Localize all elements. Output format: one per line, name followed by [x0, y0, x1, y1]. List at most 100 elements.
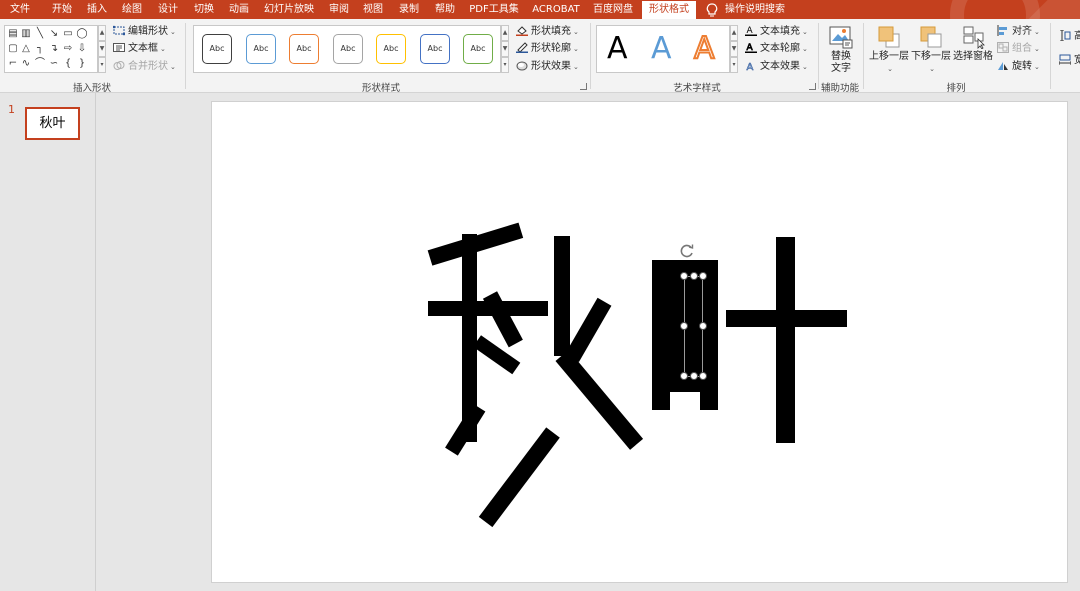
rotate-handle-icon[interactable] — [678, 242, 696, 260]
selection-pane-button[interactable]: 选择窗格 — [953, 25, 993, 63]
text-fill-button[interactable]: A 文本填充 ⌄ — [745, 24, 808, 39]
resize-handle[interactable] — [699, 372, 707, 380]
character-stroke[interactable] — [554, 236, 570, 356]
resize-handle[interactable] — [690, 272, 698, 280]
shape-style-preset[interactable]: Abc — [463, 34, 493, 64]
align-button[interactable]: 对齐 ⌄ — [997, 24, 1040, 39]
resize-handle[interactable] — [699, 322, 707, 330]
shape-style-preset[interactable]: Abc — [333, 34, 363, 64]
tab-0[interactable]: 文件 — [10, 0, 30, 19]
down-arrow-shape-icon[interactable]: ⇩ — [76, 43, 88, 54]
bring-forward-button[interactable]: 上移一层 ⌄ — [869, 25, 909, 75]
selection-pane-label: 选择窗格 — [953, 51, 993, 62]
height-field[interactable]: 高 — [1059, 29, 1080, 44]
scribble-shape-icon[interactable]: ∿ — [20, 58, 32, 69]
shape-style-preset[interactable]: Abc — [202, 34, 232, 64]
character-stroke[interactable] — [565, 297, 612, 362]
gallery-more-icon[interactable]: ▾ — [98, 57, 106, 73]
tab-3[interactable]: 绘图 — [122, 0, 142, 19]
resize-handle[interactable] — [680, 372, 688, 380]
resize-handle[interactable] — [680, 322, 688, 330]
curve-shape-icon[interactable]: ∽ — [48, 58, 60, 69]
gallery-more-icon[interactable]: ▾ — [730, 57, 738, 73]
character-stroke[interactable] — [726, 310, 847, 327]
rounded-rect-shape-icon[interactable]: ▢ — [7, 43, 19, 54]
edit-shape-button[interactable]: 编辑形状 ⌄ — [112, 24, 176, 39]
shape-style-gallery[interactable]: Abc Abc Abc Abc Abc Abc Abc — [193, 25, 501, 73]
slide-canvas[interactable] — [211, 101, 1068, 583]
character-stroke[interactable] — [478, 427, 560, 528]
shape-gallery[interactable]: ▤ ▥ ╲ ↘ ▭ ◯ ▢ △ ┐ ↴ ⇨ ⇩ ⌐ ∿ ⌒ ∽ { } — [4, 25, 98, 73]
gallery-down-icon[interactable]: ▼ — [501, 41, 509, 57]
tab-16[interactable]: 操作说明搜索 — [725, 0, 785, 19]
tab-5[interactable]: 切换 — [194, 0, 214, 19]
rectangle-shape-icon[interactable]: ▭ — [62, 28, 74, 39]
right-arrow-shape-icon[interactable]: ⇨ — [62, 43, 74, 54]
gallery-up-icon[interactable]: ▲ — [98, 25, 106, 41]
text-box-button[interactable]: 文本框 ⌄ — [113, 41, 166, 56]
line-shape-icon[interactable]: ╲ — [34, 28, 46, 39]
alt-text-button[interactable]: 替换 文字 — [826, 25, 856, 75]
character-stroke[interactable] — [555, 350, 644, 450]
wordart-blue[interactable]: A — [651, 30, 672, 68]
tab-13[interactable]: ACROBAT — [532, 0, 580, 19]
merge-shapes-button[interactable]: 合并形状 ⌄ — [113, 59, 176, 74]
tab-10[interactable]: 录制 — [399, 0, 419, 19]
freeform-shape-icon[interactable]: ⌐ — [7, 58, 19, 69]
pen-icon — [516, 42, 528, 53]
text-effects-button[interactable]: A 文本效果 ⌄ — [745, 59, 808, 74]
tab-6[interactable]: 动画 — [229, 0, 249, 19]
gallery-down-icon[interactable]: ▼ — [98, 41, 106, 57]
group-icon — [997, 42, 1009, 53]
group-button[interactable]: 组合 ⌄ — [997, 41, 1040, 56]
shape-style-preset[interactable]: Abc — [420, 34, 450, 64]
dialog-launcher-icon[interactable] — [580, 83, 587, 90]
resize-handle[interactable] — [690, 372, 698, 380]
resize-handle[interactable] — [699, 272, 707, 280]
gallery-up-icon[interactable]: ▲ — [501, 25, 509, 41]
tab-12[interactable]: PDF工具集 — [469, 0, 518, 19]
rotate-button[interactable]: 旋转 ⌄ — [997, 59, 1040, 74]
tab-2[interactable]: 插入 — [87, 0, 107, 19]
elbow-arrow-shape-icon[interactable]: ↴ — [48, 43, 60, 54]
arrow-line-shape-icon[interactable]: ↘ — [48, 28, 60, 39]
textbox-shape-icon[interactable]: ▤ — [7, 28, 19, 39]
tab-11[interactable]: 帮助 — [435, 0, 455, 19]
character-stroke[interactable] — [776, 237, 795, 443]
resize-handle[interactable] — [680, 272, 688, 280]
oval-shape-icon[interactable]: ◯ — [76, 28, 88, 39]
shape-effects-button[interactable]: 形状效果 ⌄ — [516, 59, 579, 74]
gallery-down-icon[interactable]: ▼ — [730, 41, 738, 57]
shape-style-preset[interactable]: Abc — [289, 34, 319, 64]
dialog-launcher-icon[interactable] — [809, 83, 816, 90]
left-brace-shape-icon[interactable]: { — [62, 58, 74, 69]
gallery-more-icon[interactable]: ▾ — [501, 57, 509, 73]
wordart-styles-group-label: 艺术字样式 — [673, 83, 721, 94]
wordart-black[interactable]: A — [607, 30, 628, 68]
tab-14[interactable]: 百度网盘 — [593, 0, 633, 19]
width-field[interactable]: 宽 — [1058, 53, 1080, 68]
tab-4[interactable]: 设计 — [158, 0, 178, 19]
shape-outline-button[interactable]: 形状轮廓 ⌄ — [516, 41, 579, 56]
tab-8[interactable]: 审阅 — [329, 0, 349, 19]
tab-15[interactable]: 形状格式 — [642, 1, 696, 19]
triangle-shape-icon[interactable]: △ — [20, 43, 32, 54]
tab-1[interactable]: 开始 — [52, 0, 72, 19]
elbow-connector-shape-icon[interactable]: ┐ — [34, 43, 46, 54]
shape-style-preset[interactable]: Abc — [246, 34, 276, 64]
send-backward-label: 下移一层 — [911, 51, 951, 62]
vertical-textbox-shape-icon[interactable]: ▥ — [20, 28, 32, 39]
slide-thumbnail[interactable]: 秋叶 — [25, 107, 80, 140]
arc-shape-icon[interactable]: ⌒ — [34, 58, 46, 69]
send-backward-button[interactable]: 下移一层 ⌄ — [911, 25, 951, 75]
text-outline-button[interactable]: A 文本轮廓 ⌄ — [745, 41, 808, 56]
tab-9[interactable]: 视图 — [363, 0, 383, 19]
wordart-orange-outline[interactable]: A — [693, 30, 715, 68]
shape-style-preset[interactable]: Abc — [376, 34, 406, 64]
wordart-style-gallery[interactable]: A A A — [596, 25, 730, 73]
character-stroke[interactable] — [482, 291, 523, 348]
gallery-up-icon[interactable]: ▲ — [730, 25, 738, 41]
shape-fill-button[interactable]: 形状填充 ⌄ — [516, 24, 579, 39]
tab-7[interactable]: 幻灯片放映 — [264, 0, 314, 19]
right-brace-shape-icon[interactable]: } — [76, 58, 88, 69]
